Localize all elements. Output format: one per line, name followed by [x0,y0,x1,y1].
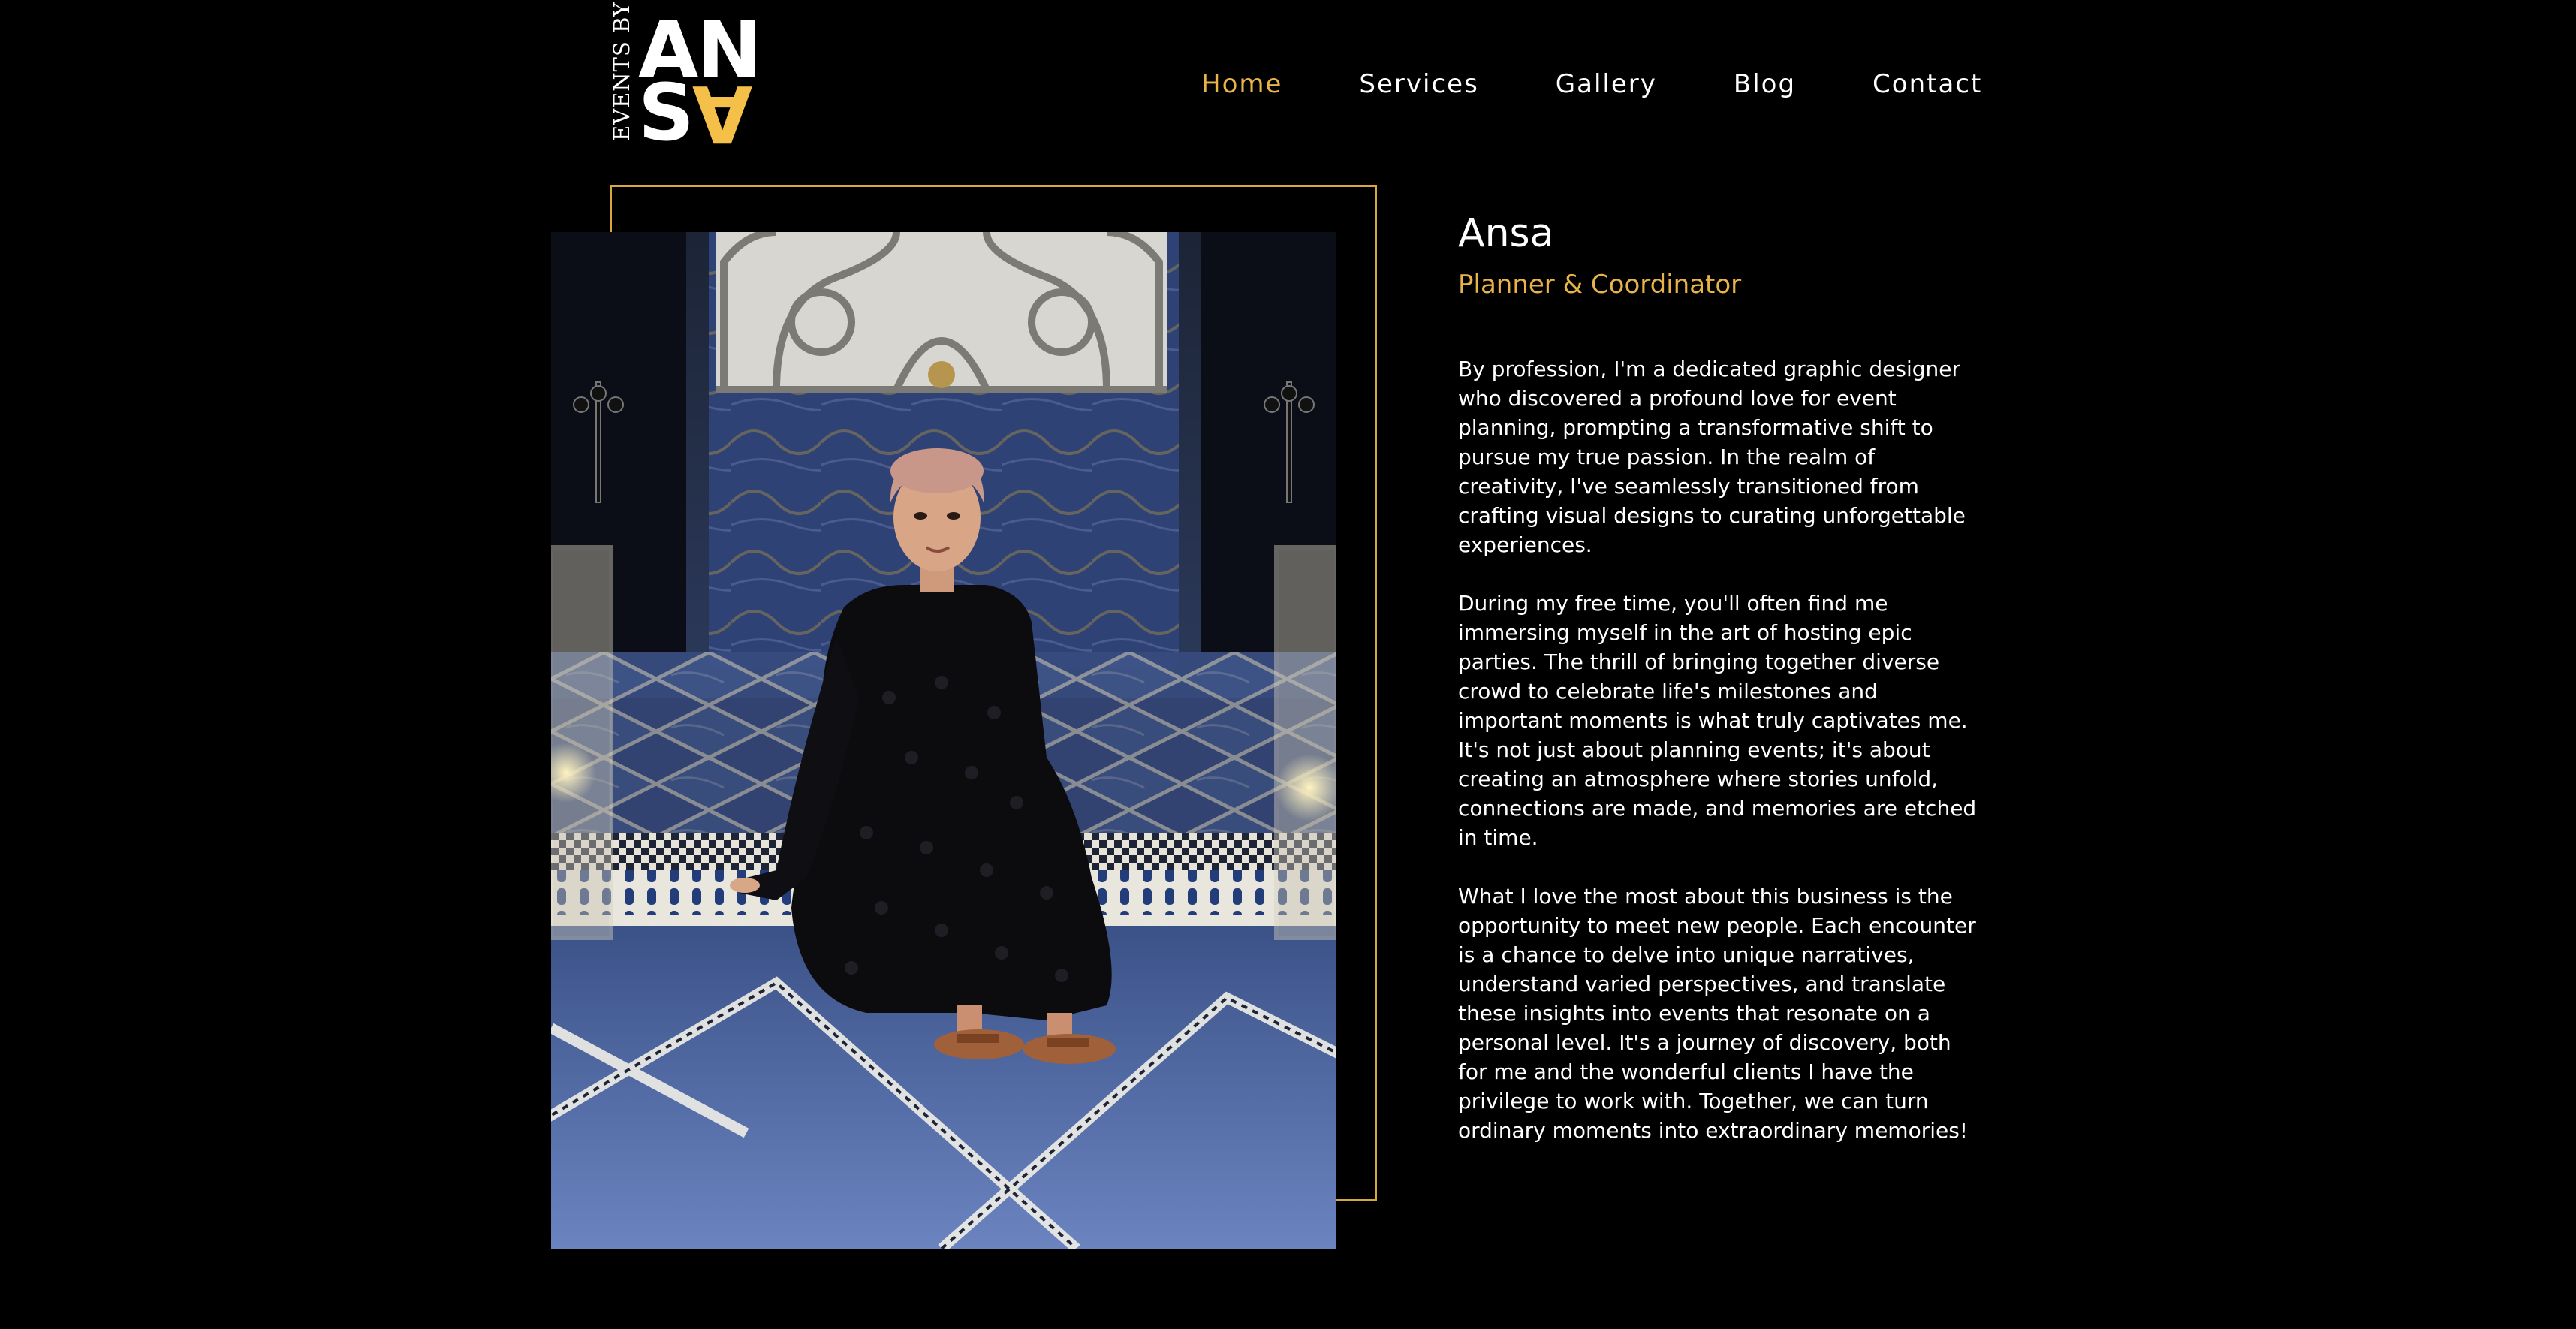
brand-logo[interactable]: EVENTS BY AN SA [608,1,766,159]
logo-tagline: EVENTS BY [609,1,634,141]
person-name: Ansa [1458,211,1554,256]
logo-letter-s: S [638,67,694,158]
nav-gallery[interactable]: Gallery [1556,69,1657,99]
main-nav: Home Services Gallery Blog Contact [1201,62,1982,107]
logo-wordmark: AN SA [638,11,773,159]
nav-services[interactable]: Services [1359,69,1478,99]
logo-letter-a-inverted: A [691,68,751,159]
logo-bottom-letters: SA [638,68,751,159]
about-section: Ansa Planner & Coordinator By profession… [1458,207,1984,1145]
bio-paragraph-3: What I love the most about this business… [1458,884,1976,1143]
bio-paragraph-1: By profession, I'm a dedicated graphic d… [1458,357,1966,557]
person-role: Planner & Coordinator [1458,270,1742,300]
portrait-photo [551,232,1336,1249]
nav-home[interactable]: Home [1201,69,1282,99]
bio-paragraph-2: During my free time, you'll often find m… [1458,591,1977,850]
nav-contact[interactable]: Contact [1872,69,1982,99]
nav-blog[interactable]: Blog [1734,69,1796,99]
